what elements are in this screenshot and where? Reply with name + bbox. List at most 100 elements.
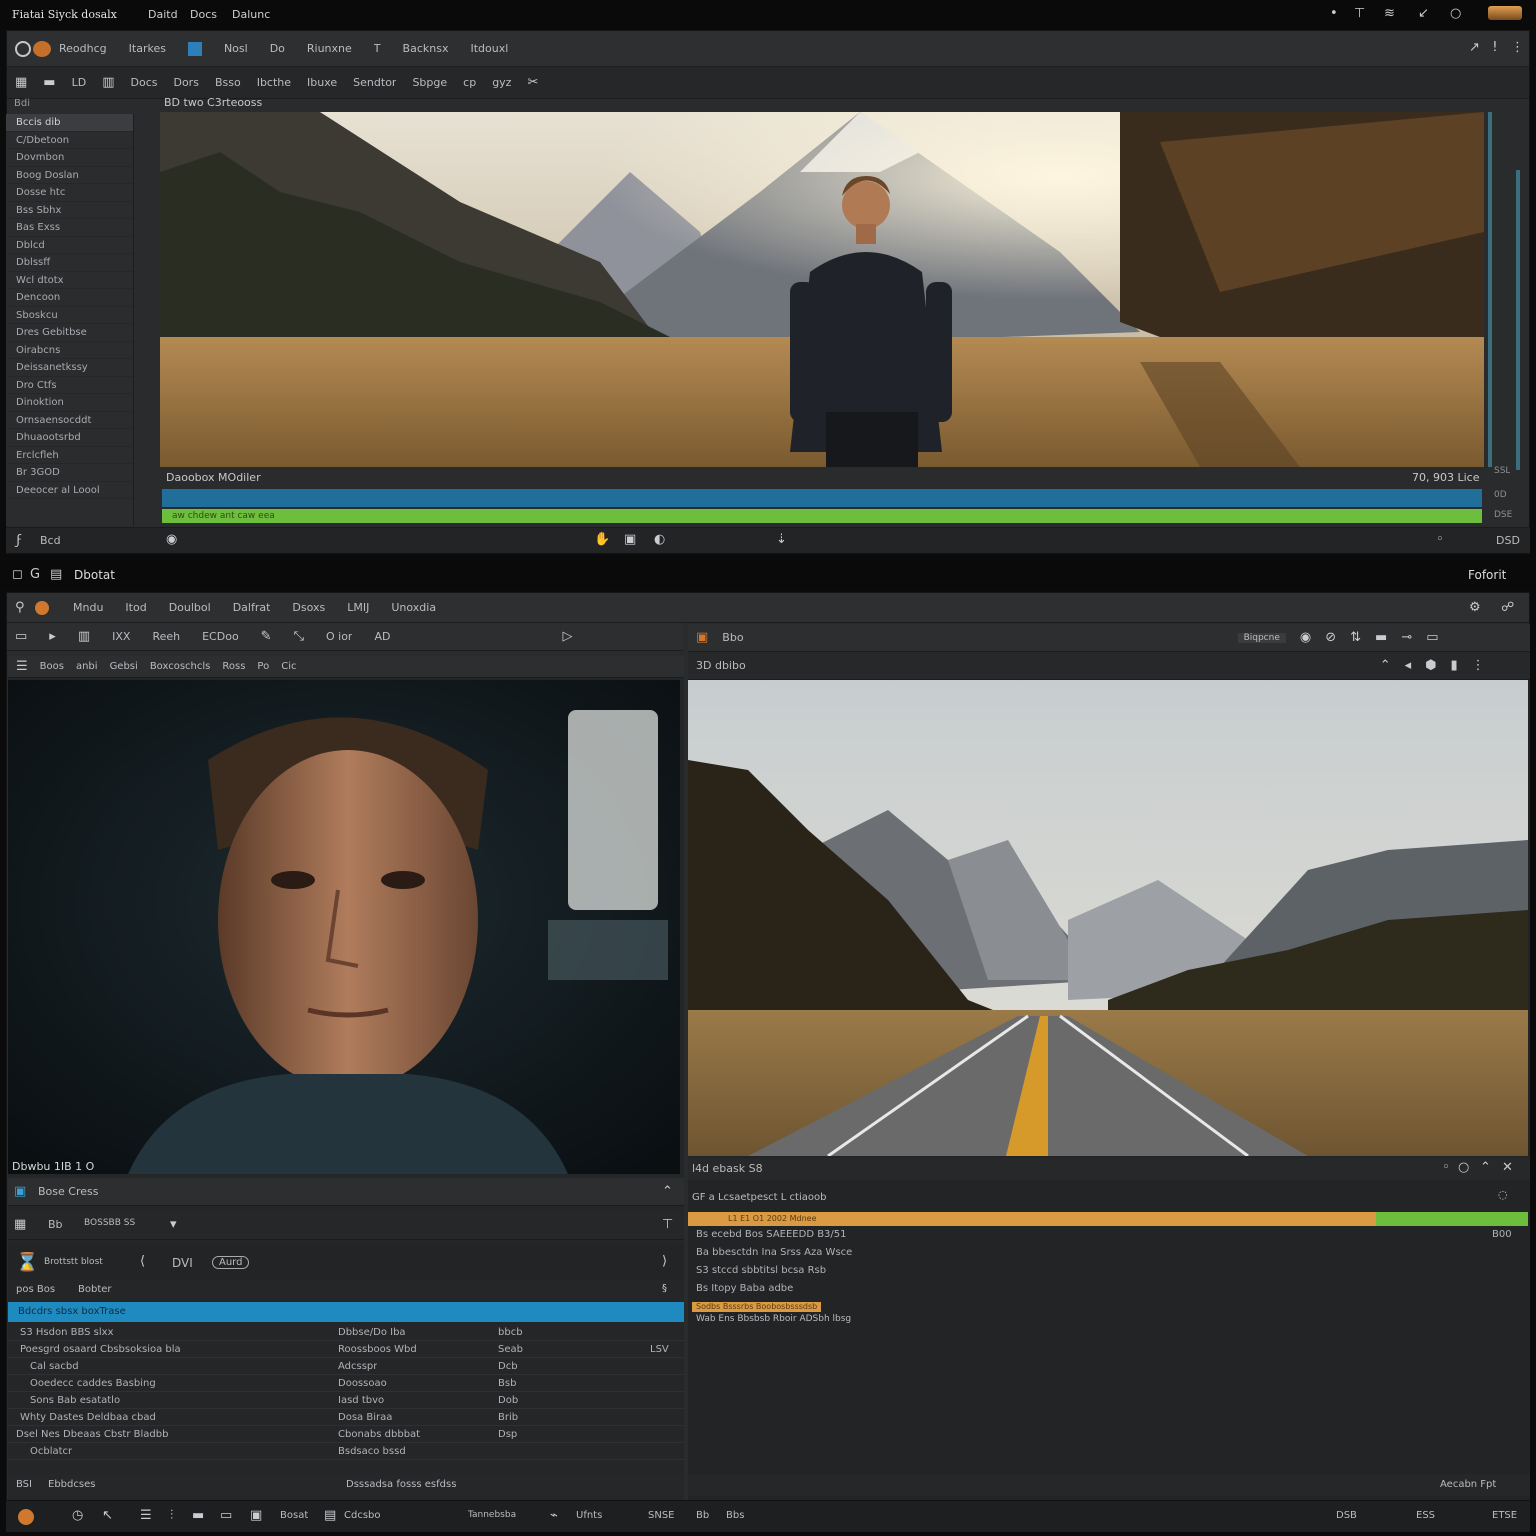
toolbar-item-2[interactable]: Dors <box>173 76 198 89</box>
tool-d-icon[interactable]: ▮ <box>1451 658 1458 673</box>
menu-extra-1[interactable]: Docs <box>190 8 217 21</box>
menu2-item-5[interactable]: LMIJ <box>347 601 369 614</box>
footer-tool-2[interactable]: Tannebsba <box>468 1510 516 1520</box>
doc-icon[interactable]: ▤ <box>324 1508 336 1523</box>
green-track[interactable] <box>1376 1212 1528 1226</box>
arrow-right-icon[interactable]: ▸ <box>49 629 56 644</box>
side-scrollbar[interactable] <box>1516 170 1520 470</box>
toolbar-item-3[interactable]: Bsso <box>215 76 241 89</box>
sidebar-item[interactable]: Boog Doslan <box>6 167 133 184</box>
menu2-item-4[interactable]: Dsoxs <box>292 601 325 614</box>
layers-icon[interactable]: ▥ <box>78 629 90 644</box>
pin-icon[interactable]: ⊤ <box>1354 6 1365 21</box>
menu-icon[interactable]: ☰ <box>140 1508 152 1523</box>
tool-c-icon[interactable]: ⬢ <box>1425 658 1436 673</box>
left-tab-0[interactable]: Boos <box>40 661 64 672</box>
caret-icon[interactable]: ▾ <box>170 1217 177 1232</box>
folder-icon[interactable]: ▣ <box>14 1184 26 1199</box>
lock-icon[interactable]: ⊘ <box>1325 630 1336 645</box>
playhead-icon[interactable]: ⇣ <box>776 532 787 547</box>
footer-tool-4[interactable]: SNSE <box>648 1510 675 1521</box>
list-item[interactable]: Dsel Nes Dbeaas Cbstr Bladbb Cbonabs dbb… <box>8 1426 684 1443</box>
pin-icon[interactable]: ⚲ <box>15 600 25 615</box>
sidebar-item[interactable]: Dhuaootsrbd <box>6 429 133 447</box>
forward-icon[interactable]: ⟩ <box>662 1254 667 1269</box>
monitor-icon[interactable]: ▣ <box>250 1508 262 1523</box>
window-control-icon[interactable]: ◻ <box>12 567 23 582</box>
footer-tool-3[interactable]: Ufnts <box>576 1510 602 1521</box>
collapse-icon[interactable]: ⌃ <box>662 1184 673 1199</box>
menu-item-4[interactable]: Riunxne <box>307 42 352 55</box>
menu2-item-2[interactable]: Doulbol <box>169 601 211 614</box>
control-pill[interactable]: Aurd <box>212 1256 250 1269</box>
sidebar-item[interactable]: Dinoktion <box>6 394 133 412</box>
sidebar-item[interactable]: Dosse htc <box>6 184 133 202</box>
tool-e-icon[interactable]: ⋮ <box>1472 658 1485 673</box>
arrow-icon[interactable]: ↙ <box>1418 6 1429 21</box>
menu-item-1[interactable]: Itarkes <box>129 42 166 55</box>
s-icon[interactable]: § <box>662 1283 667 1294</box>
up-icon[interactable]: ⌃ <box>1480 1160 1491 1175</box>
menu2-item-0[interactable]: Mndu <box>73 601 103 614</box>
grid-icon[interactable]: ▦ <box>15 75 27 90</box>
list-item[interactable]: Cal sacbd Adcsspr Dcb <box>8 1358 684 1375</box>
menu2-item-6[interactable]: Unoxdia <box>391 601 436 614</box>
vertical-scrollbar[interactable] <box>1488 112 1492 467</box>
info-row[interactable]: S3 stccd sbbtitsl bcsa Rsb <box>692 1262 1528 1280</box>
slider-icon[interactable]: ⊸ <box>1401 630 1412 645</box>
left-tool-4[interactable]: AD <box>374 630 390 643</box>
road-viewer[interactable] <box>688 680 1528 1156</box>
sidebar-item[interactable]: Dro Ctfs <box>6 377 133 394</box>
sidebar-item[interactable]: Sboskcu <box>6 307 133 324</box>
g-icon[interactable]: G <box>30 567 40 582</box>
grid-icon[interactable]: ▦ <box>14 1217 26 1232</box>
scissors-icon[interactable]: ✂ <box>527 75 538 90</box>
sidebar-item[interactable]: Br 3GOD <box>6 464 133 482</box>
video-track[interactable] <box>162 489 1482 507</box>
orange-dot-icon[interactable] <box>18 1509 34 1525</box>
left-tab-5[interactable]: Po <box>257 661 269 672</box>
film-icon[interactable]: ▬ <box>1375 630 1387 645</box>
info-row[interactable]: Bs Itopy Baba adbe <box>692 1280 1528 1298</box>
list-item[interactable]: Whty Dastes Deldbaa cbad Dosa Biraa Brib <box>8 1409 684 1426</box>
left-tab-2[interactable]: Gebsi <box>110 661 138 672</box>
sidebar-item[interactable]: Dovmbon <box>6 149 133 167</box>
menu-extra-2[interactable]: Dalunc <box>232 8 270 21</box>
blue-square-icon[interactable] <box>187 41 202 56</box>
pointer-icon[interactable]: ↖ <box>102 1508 113 1523</box>
columns-icon[interactable]: ▥ <box>102 75 114 90</box>
footer-right-tool-2[interactable]: DSB <box>1336 1510 1357 1521</box>
close-icon[interactable]: ✕ <box>1502 1160 1513 1175</box>
left-tool-3[interactable]: O ior <box>326 630 352 643</box>
film-icon[interactable]: ▬ <box>192 1508 204 1523</box>
sidebar-item[interactable]: Deeocer al Loool <box>6 482 133 499</box>
sidebar-item[interactable]: Bas Exss <box>6 219 133 237</box>
sidebar-item[interactable]: Oirabcns <box>6 342 133 359</box>
menu-item-7[interactable]: Itdouxl <box>470 42 508 55</box>
menu2-item-3[interactable]: Dalfrat <box>233 601 271 614</box>
left-tab-6[interactable]: Cic <box>281 661 296 672</box>
footer-tool-0[interactable]: Bosat <box>280 1510 308 1521</box>
selected-clip-row[interactable]: Bdcdrs sbsx boxTrase <box>8 1302 684 1322</box>
extra-icon[interactable]: ☍ <box>1501 600 1514 615</box>
left-tab-3[interactable]: Boxcoschcls <box>150 661 211 672</box>
left-tool-0[interactable]: IXX <box>112 630 130 643</box>
info-row[interactable]: Ba bbesctdn Ina Srss Aza Wsce <box>692 1244 1528 1262</box>
user-avatar-icon[interactable] <box>1488 6 1522 20</box>
eye-icon[interactable]: ◉ <box>1300 630 1311 645</box>
left-tab-1[interactable]: anbi <box>76 661 98 672</box>
toolbar-item-1[interactable]: Docs <box>131 76 158 89</box>
trim-icon[interactable]: ⫶ <box>170 1508 173 1523</box>
sidebar-item[interactable]: Dencoon <box>6 289 133 307</box>
window-icon[interactable]: ▭ <box>220 1508 232 1523</box>
menu2-item-1[interactable]: Itod <box>125 601 146 614</box>
list-icon[interactable]: ☰ <box>16 659 28 674</box>
pin2-icon[interactable]: ⊤ <box>662 1217 673 1232</box>
left-panel-tool-0[interactable]: Bb <box>48 1218 63 1231</box>
info-row[interactable]: Bs ecebd Bos SAEEEDD B3/51 B00 <box>692 1226 1528 1244</box>
toolbar-item-7[interactable]: Sbpge <box>412 76 447 89</box>
marker-icon[interactable]: ◐ <box>654 532 665 547</box>
list-item[interactable]: Poesgrd osaard Cbsbsoksioa bla Roossboos… <box>8 1341 684 1358</box>
sidebar-item[interactable]: Dblcd <box>6 237 133 254</box>
loop-icon[interactable]: ○ <box>1458 1160 1469 1175</box>
